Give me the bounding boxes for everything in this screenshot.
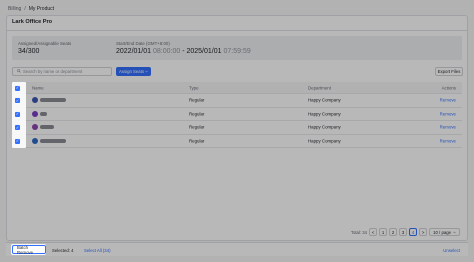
period-label-text: Start/End Date xyxy=(116,41,145,46)
select-all-link[interactable]: Select All (34) xyxy=(84,248,111,253)
export-files-button[interactable]: Export Files xyxy=(435,67,463,76)
remove-link[interactable]: Remove xyxy=(440,138,456,143)
avatar xyxy=(32,97,38,104)
redacted-name xyxy=(40,138,66,143)
table-header: ✓ Name Type Department Actions xyxy=(12,82,462,94)
page-size-select[interactable]: 10 / page xyxy=(429,228,460,236)
avatar xyxy=(32,124,38,131)
table-row: ✓ Regular Happy Company Remove xyxy=(12,94,462,108)
breadcrumb-separator: / xyxy=(24,6,26,12)
footer-bar: Selected: 4 Select All (34) Unselect xyxy=(6,242,468,256)
member-name xyxy=(32,97,66,104)
page-3-button[interactable]: 3 xyxy=(399,228,408,236)
assign-seats-label: Assign Seats xyxy=(118,69,145,74)
period-block: Start/End Date (GMT+8:00) 2022/01/01 08:… xyxy=(116,41,251,55)
member-type: Regular xyxy=(189,124,205,130)
select-all-checkbox[interactable]: ✓ xyxy=(15,85,20,90)
redacted-name xyxy=(40,98,66,103)
breadcrumb-billing[interactable]: Billing xyxy=(8,6,21,12)
page-title: Lark Office Pro xyxy=(12,19,53,25)
member-name xyxy=(32,110,47,117)
period-value: 2022/01/01 08:00:00 - 2025/01/01 07:59:5… xyxy=(116,48,251,55)
check-icon: ✓ xyxy=(15,137,20,144)
remove-link[interactable]: Remove xyxy=(440,111,456,116)
remove-link[interactable]: Remove xyxy=(440,125,456,130)
page-4-button[interactable]: 4 xyxy=(409,228,418,236)
page-1-button[interactable]: 1 xyxy=(379,228,388,236)
redacted-name xyxy=(40,111,47,116)
redacted-name xyxy=(40,125,54,130)
search-icon xyxy=(17,68,21,75)
pagination: Total: 34 < 1 2 3 4 > 10 / page xyxy=(351,228,460,236)
member-department: Happy Company xyxy=(308,138,341,144)
header-department: Department xyxy=(308,85,331,90)
avatar xyxy=(32,110,38,117)
seats-table: ✓ Name Type Department Actions ✓ Regular… xyxy=(12,82,462,148)
row-checkbox[interactable]: ✓ xyxy=(15,124,20,130)
member-name xyxy=(32,124,54,131)
total-count: Total: 34 xyxy=(350,229,368,235)
check-icon: ✓ xyxy=(15,84,20,90)
remove-link[interactable]: Remove xyxy=(440,98,456,103)
period-label: Start/End Date (GMT+8:00) xyxy=(116,41,251,46)
next-page-button[interactable]: > xyxy=(419,228,428,236)
member-name xyxy=(32,137,66,144)
check-icon: ✓ xyxy=(15,124,20,130)
header-actions: Actions xyxy=(441,85,456,90)
prev-page-button[interactable]: < xyxy=(369,228,378,236)
row-checkbox[interactable]: ✓ xyxy=(15,97,20,103)
member-department: Happy Company xyxy=(308,97,341,103)
header-name: Name xyxy=(32,85,44,90)
chevron-down-icon xyxy=(453,230,456,235)
page-2-button[interactable]: 2 xyxy=(389,228,398,236)
member-type: Regular xyxy=(189,97,205,103)
member-type: Regular xyxy=(189,111,205,117)
assign-seats-button[interactable]: Assign Seats xyxy=(116,67,151,76)
table-row: ✓ Regular Happy Company Remove xyxy=(12,135,462,148)
row-checkbox[interactable]: ✓ xyxy=(15,137,20,144)
avatar xyxy=(32,137,38,144)
page-size-value: 10 / page xyxy=(433,229,451,235)
header-type: Type xyxy=(189,85,199,90)
search-box[interactable] xyxy=(12,67,112,76)
row-checkbox[interactable]: ✓ xyxy=(15,110,20,117)
member-department: Happy Company xyxy=(308,124,341,130)
check-icon: ✓ xyxy=(15,110,20,117)
table-row: ✓ Regular Happy Company Remove xyxy=(12,108,462,121)
breadcrumb: Billing / My Product xyxy=(8,6,54,12)
end-time: 07:59:59 xyxy=(223,48,251,55)
selected-count: Selected: 4 xyxy=(52,247,74,253)
table-row: ✓ Regular Happy Company Remove xyxy=(12,121,462,135)
member-department: Happy Company xyxy=(308,111,341,117)
assigned-seats-label: Assigned/Assignable Seats xyxy=(18,41,72,46)
assigned-seats-value: 34/300 xyxy=(18,48,40,55)
breadcrumb-current: My Product xyxy=(28,6,55,12)
end-date: 2025/01/01 xyxy=(186,48,222,55)
assigned-seats-block: Assigned/Assignable Seats 34/300 xyxy=(18,41,71,55)
start-date: 2022/01/01 xyxy=(116,48,152,55)
title-divider xyxy=(6,30,468,31)
seat-summary: Assigned/Assignable Seats 34/300 Start/E… xyxy=(12,36,462,60)
unselect-link[interactable]: Unselect xyxy=(443,248,460,253)
period-timezone: (GMT+8:00) xyxy=(146,41,170,46)
chevron-down-icon xyxy=(145,69,148,74)
search-input[interactable] xyxy=(23,69,111,74)
start-time: 08:00:00 xyxy=(153,48,181,55)
check-icon: ✓ xyxy=(15,97,20,103)
member-type: Regular xyxy=(189,138,205,144)
